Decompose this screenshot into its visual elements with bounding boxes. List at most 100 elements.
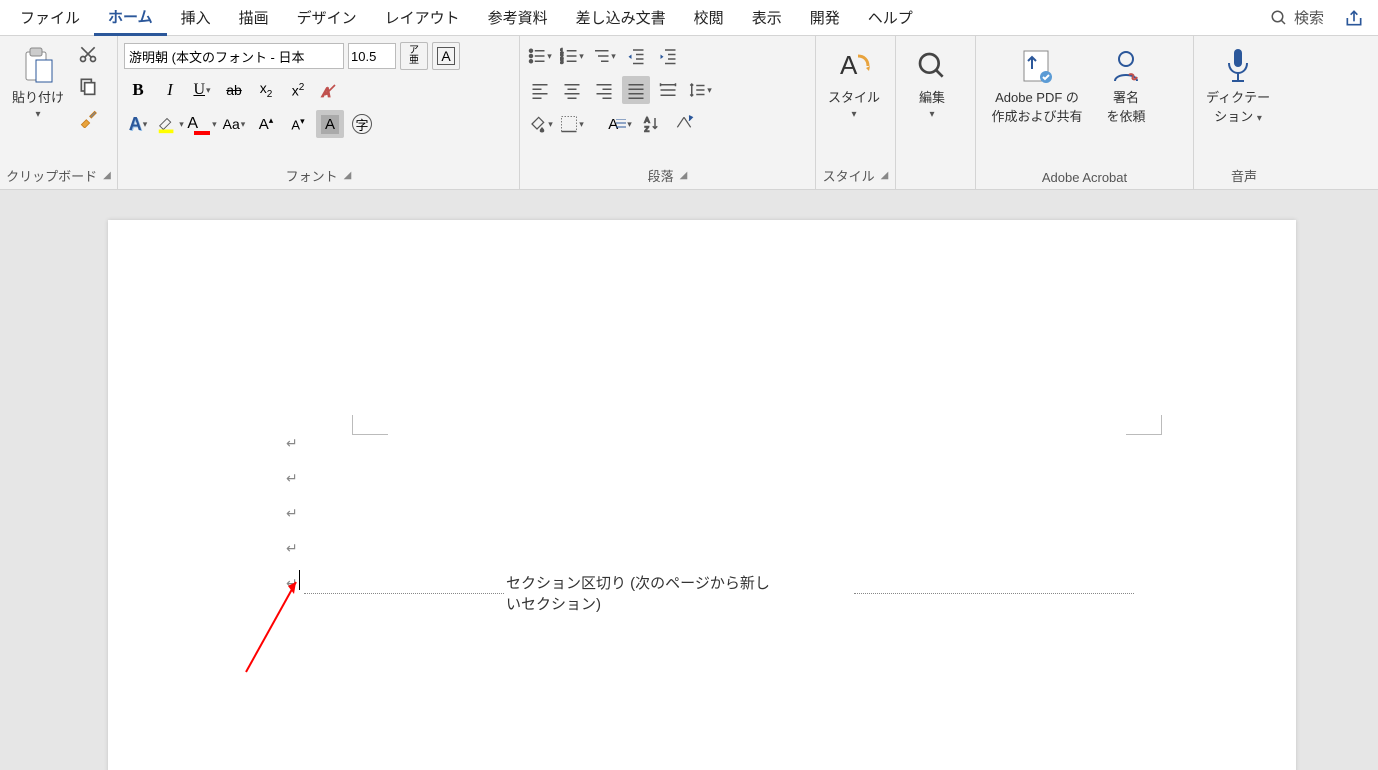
numbering-button[interactable]: 123▾: [558, 42, 586, 70]
text-effects-button[interactable]: A▾: [124, 110, 152, 138]
tab-design[interactable]: デザイン: [283, 1, 371, 34]
create-pdf-button[interactable]: Adobe PDF の 作成および共有: [982, 40, 1092, 168]
superscript-button[interactable]: x2: [284, 76, 312, 104]
borders-button[interactable]: ▾: [558, 110, 586, 138]
styles-button[interactable]: A スタイル ▾: [822, 40, 886, 164]
dialog-launcher-icon[interactable]: ◢: [344, 170, 352, 181]
group-label-clipboard: クリップボード: [6, 166, 97, 185]
italic-button[interactable]: I: [156, 76, 184, 104]
align-center-button[interactable]: [558, 76, 586, 104]
edit-button[interactable]: 編集 ▾: [902, 40, 962, 183]
tab-draw[interactable]: 描画: [225, 1, 283, 34]
bullets-button[interactable]: ▾: [526, 42, 554, 70]
dictate-button[interactable]: ディクテー ション ▾: [1200, 40, 1276, 164]
tab-review[interactable]: 校閲: [680, 1, 738, 34]
styles-icon: A: [836, 48, 872, 84]
cut-button[interactable]: [74, 40, 102, 68]
copy-icon: [78, 76, 98, 96]
tab-help[interactable]: ヘルプ: [854, 1, 927, 34]
svg-text:A: A: [322, 87, 331, 100]
svg-text:A: A: [645, 116, 650, 125]
svg-text:A: A: [840, 50, 858, 80]
margin-corner-tl: [352, 415, 388, 435]
paragraph-mark: ↵: [286, 470, 298, 487]
asian-layout-button[interactable]: A▾: [606, 110, 634, 138]
paste-button[interactable]: 貼り付け ▾: [6, 40, 70, 164]
tab-file[interactable]: ファイル: [6, 1, 94, 34]
character-border-button[interactable]: A: [432, 42, 460, 70]
tab-mailings[interactable]: 差し込み文書: [562, 1, 680, 34]
format-painter-button[interactable]: [74, 104, 102, 132]
multilevel-icon: [592, 47, 610, 65]
sign-label-1: 署名: [1113, 90, 1139, 107]
scissors-icon: [78, 44, 98, 64]
shading-button[interactable]: ▾: [526, 110, 554, 138]
paragraph-mark: ↵: [286, 505, 298, 522]
tab-insert[interactable]: 挿入: [167, 1, 225, 34]
underline-button[interactable]: U▾: [188, 76, 216, 104]
section-break: セクション区切り (次のページから新しいセクション): [304, 572, 1134, 614]
font-size-select[interactable]: [348, 43, 396, 69]
copy-button[interactable]: [74, 72, 102, 100]
increase-indent-button[interactable]: [654, 42, 682, 70]
tab-layout[interactable]: レイアウト: [371, 1, 474, 34]
search-box[interactable]: 検索: [1258, 7, 1336, 28]
font-name-select[interactable]: [124, 43, 344, 69]
strikethrough-button[interactable]: ab: [220, 76, 248, 104]
align-left-icon: [531, 81, 549, 99]
share-button[interactable]: [1336, 4, 1372, 32]
font-color-button[interactable]: A▾: [188, 110, 216, 138]
tab-developer[interactable]: 開発: [796, 1, 854, 34]
paste-icon: [20, 46, 56, 86]
pdf-icon: [1020, 47, 1054, 85]
justify-button[interactable]: [622, 76, 650, 104]
dialog-launcher-icon[interactable]: ◢: [680, 170, 688, 181]
request-signature-button[interactable]: 署名 を依頼: [1096, 40, 1156, 168]
character-shading-button[interactable]: A: [316, 110, 344, 138]
bold-button[interactable]: B: [124, 76, 152, 104]
group-label-paragraph: 段落: [648, 166, 674, 185]
tab-view[interactable]: 表示: [738, 1, 796, 34]
shrink-font-button[interactable]: A▾: [284, 110, 312, 138]
grow-font-button[interactable]: A▴: [252, 110, 280, 138]
group-style: A スタイル ▾ スタイル◢: [816, 36, 896, 189]
line-spacing-button[interactable]: ▾: [686, 76, 714, 104]
align-right-button[interactable]: [590, 76, 618, 104]
align-left-button[interactable]: [526, 76, 554, 104]
outdent-icon: [627, 47, 645, 65]
change-case-button[interactable]: Aa▾: [220, 110, 248, 138]
document-area[interactable]: ↵ ↵ ↵ ↵ ↵ セクション区切り (次のページから新しいセクション): [0, 190, 1378, 770]
dialog-launcher-icon[interactable]: ◢: [103, 170, 111, 181]
show-marks-button[interactable]: [670, 110, 698, 138]
clear-formatting-button[interactable]: A: [316, 76, 344, 104]
eraser-icon: A: [320, 80, 340, 100]
phonetic-guide-button[interactable]: ア亜: [400, 42, 428, 70]
multilevel-list-button[interactable]: ▾: [590, 42, 618, 70]
dialog-launcher-icon[interactable]: ◢: [881, 170, 889, 181]
decrease-indent-button[interactable]: [622, 42, 650, 70]
group-font: ア亜 A B I U▾ ab x2 x2 A A▾ ▾ A▾ Aa▾ A▴ A▾…: [118, 36, 520, 189]
bullets-icon: [528, 47, 546, 65]
indent-icon: [659, 47, 677, 65]
svg-text:3: 3: [560, 60, 564, 66]
pilcrow-icon: [674, 114, 694, 134]
tab-references[interactable]: 参考資料: [474, 1, 562, 34]
subscript-button[interactable]: x2: [252, 76, 280, 104]
highlight-button[interactable]: ▾: [156, 110, 184, 138]
group-acrobat: Adobe PDF の 作成および共有 署名 を依頼 Adobe Acrobat: [976, 36, 1194, 189]
tab-home[interactable]: ホーム: [94, 0, 167, 36]
search-icon: [1270, 9, 1288, 27]
edit-label: 編集: [919, 90, 945, 107]
line-spacing-icon: [688, 81, 706, 99]
group-label-acrobat: Adobe Acrobat: [1042, 170, 1127, 185]
page[interactable]: ↵ ↵ ↵ ↵ ↵ セクション区切り (次のページから新しいセクション): [108, 220, 1296, 770]
sort-button[interactable]: AZ: [638, 110, 666, 138]
paragraph-mark: ↵: [286, 540, 298, 557]
distribute-button[interactable]: [654, 76, 682, 104]
ribbon: 貼り付け ▾ クリップボード ◢ ア亜 A B I U▾ ab: [0, 36, 1378, 190]
share-icon: [1344, 8, 1364, 28]
distribute-icon: [659, 81, 677, 99]
margin-corner-tr: [1126, 415, 1162, 435]
pdf-label-2: 作成および共有: [991, 109, 1082, 126]
enclose-characters-button[interactable]: 字: [348, 110, 376, 138]
